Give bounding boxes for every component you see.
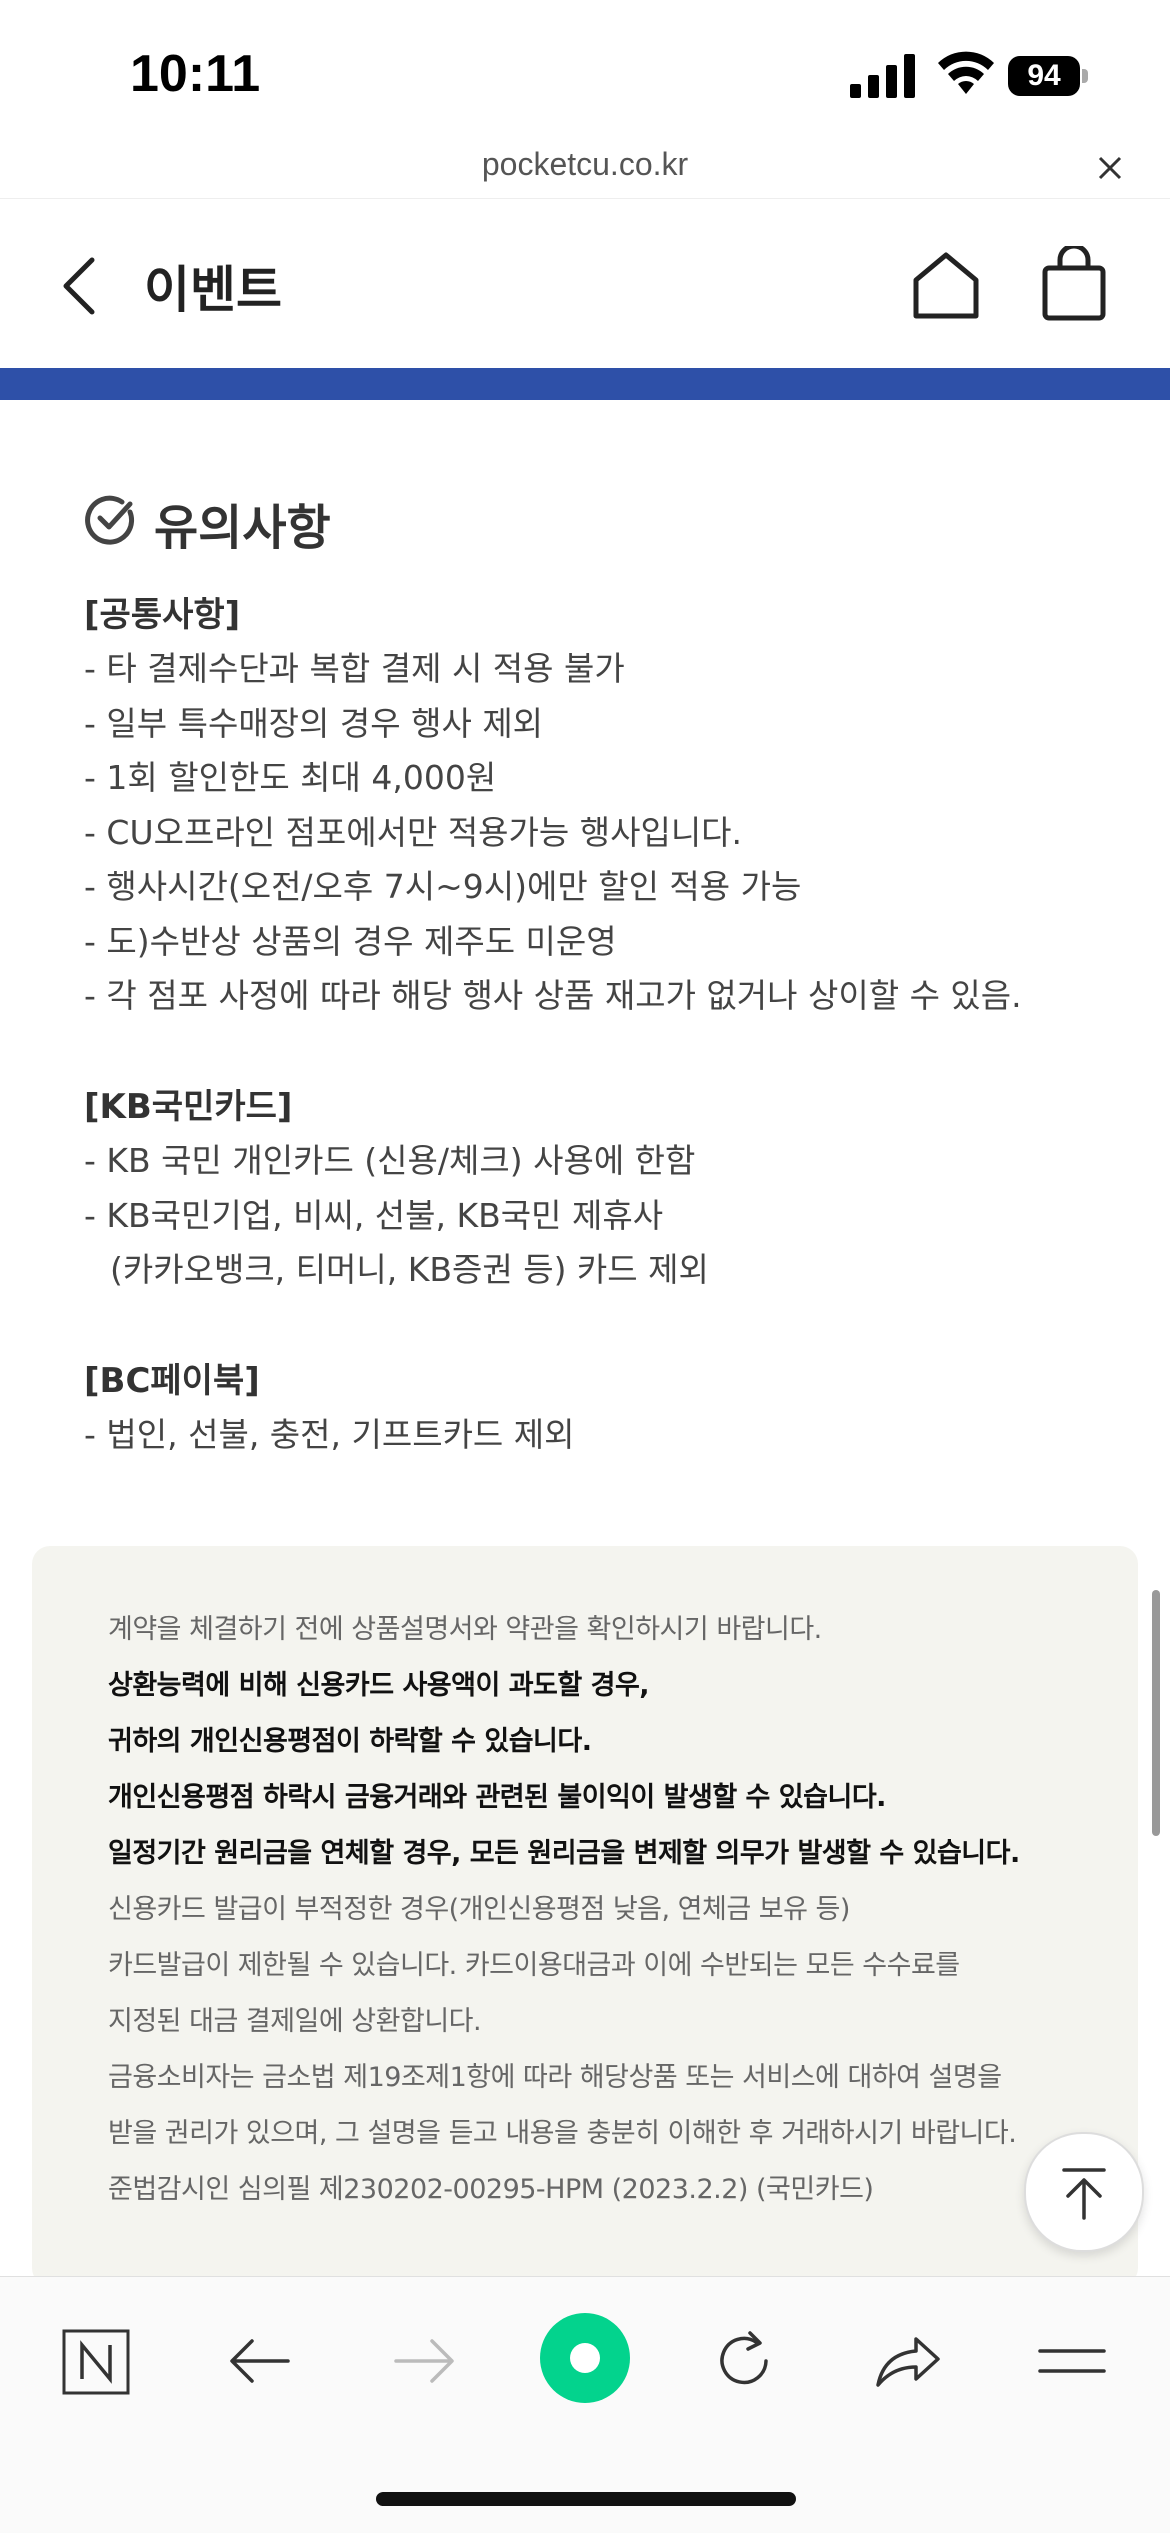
- battery-tip: [1082, 69, 1088, 83]
- naver-home-button[interactable]: [56, 2321, 136, 2401]
- section-title: [KB국민카드]: [84, 1087, 293, 1127]
- list-item: - 법인, 선불, 충전, 기프트카드 제외: [84, 1415, 575, 1454]
- browser-back-button[interactable]: [220, 2321, 300, 2401]
- disclaimer-line: 개인신용평점 하락시 금융거래와 관련된 불이익이 발생할 수 있습니다.: [108, 1782, 886, 1813]
- notice-section-bc: [BC페이북] - 법인, 선불, 충전, 기프트카드 제외: [84, 1354, 1124, 1463]
- disclaimer-line: 금융소비자는 금소법 제19조제1항에 따라 해당상품 또는 서비스에 대하여 …: [108, 2062, 1002, 2093]
- section-title: [BC페이북]: [84, 1361, 260, 1401]
- refresh-icon: [720, 2331, 768, 2385]
- menu-button[interactable]: [1032, 2321, 1112, 2401]
- share-button[interactable]: [868, 2321, 948, 2401]
- section-title: [공통사항]: [84, 595, 241, 635]
- arrow-up-icon: [1062, 2168, 1106, 2220]
- refresh-button[interactable]: [704, 2321, 784, 2401]
- list-item: - 일부 특수매장의 경우 행사 제외: [84, 703, 544, 743]
- list-item: - 타 결제수단과 복합 결제 시 적용 불가: [84, 649, 625, 688]
- scrollbar-thumb[interactable]: [1152, 1590, 1160, 1836]
- list-item: - KB 국민 개인카드 (신용/체크) 사용에 한함: [84, 1141, 696, 1180]
- forward-arrow-icon: [394, 2339, 454, 2383]
- disclaimer-line: 신용카드 발급이 부적정한 경우(개인신용평점 낮음, 연체금 보유 등): [108, 1894, 850, 1925]
- cellular-signal-icon: [850, 54, 915, 98]
- list-item: - CU오프라인 점포에서만 적용가능 행사입니다.: [84, 812, 743, 852]
- back-arrow-icon: [230, 2339, 290, 2383]
- disclaimer-line: 준법감시인 심의필 제230202-00295-HPM (2023.2.2) (…: [108, 2174, 874, 2205]
- list-item: - 각 점포 사정에 따라 해당 행사 상품 재고가 없거나 상이할 수 있음.: [84, 976, 1022, 1015]
- list-item: - 도)수반상 상품의 경우 제주도 미운영: [84, 921, 617, 961]
- page-title: 이벤트: [144, 261, 282, 319]
- url-domain[interactable]: pocketcu.co.kr: [0, 146, 1170, 183]
- check-circle-icon: [85, 495, 135, 545]
- header-accent-band: [0, 368, 1170, 400]
- disclaimer-line: 카드발급이 제한될 수 있습니다. 카드이용대금과 이에 수반되는 모든 수수료…: [108, 1950, 960, 1981]
- list-item: - 행사시간(오전/오후 7시~9시)에만 할인 적용 가능: [84, 867, 802, 906]
- status-time: 10:11: [130, 45, 261, 103]
- disclaimer-line: 일정기간 원리금을 연체할 경우, 모든 원리금을 변제할 의무가 발생할 수 …: [108, 1838, 1020, 1869]
- close-icon[interactable]: [1092, 150, 1128, 186]
- menu-icon: [1038, 2349, 1106, 2373]
- back-chevron-icon[interactable]: [56, 254, 104, 318]
- list-item: - 1회 할인한도 최대 4,000원: [84, 758, 497, 797]
- green-dot-icon: [540, 2313, 630, 2403]
- browser-forward-button[interactable]: [384, 2321, 464, 2401]
- notice-heading-label: 유의사항: [154, 500, 331, 556]
- battery-indicator: 94: [1008, 56, 1088, 96]
- home-indicator[interactable]: [376, 2492, 796, 2506]
- legal-disclaimer-box: 계약을 체결하기 전에 상품설명서와 약관을 확인하시기 바랍니다. 상환능력에…: [32, 1546, 1138, 2286]
- scroll-to-top-button[interactable]: [1024, 2132, 1144, 2252]
- home-icon[interactable]: [910, 250, 982, 320]
- notice-section-kb: [KB국민카드] - KB 국민 개인카드 (신용/체크) 사용에 한함 - K…: [84, 1080, 1124, 1298]
- share-icon: [876, 2337, 940, 2387]
- disclaimer-line: 계약을 체결하기 전에 상품설명서와 약관을 확인하시기 바랍니다.: [108, 1614, 822, 1645]
- naver-n-icon: [62, 2329, 130, 2395]
- disclaimer-line: 지정된 대금 결제일에 상환합니다.: [108, 2006, 482, 2037]
- naver-green-dot-button[interactable]: [538, 2311, 632, 2405]
- status-bar: 10:11 94: [0, 0, 1170, 140]
- disclaimer-line: 귀하의 개인신용평점이 하락할 수 있습니다.: [108, 1726, 592, 1757]
- disclaimer-line: 상환능력에 비해 신용카드 사용액이 과도할 경우,: [108, 1670, 650, 1701]
- list-item: (카카오뱅크, 티머니, KB증권 등) 카드 제외: [110, 1250, 709, 1289]
- list-item: - KB국민기업, 비씨, 선불, KB국민 제휴사: [84, 1195, 664, 1235]
- notice-section-common: [공통사항] - 타 결제수단과 복합 결제 시 적용 불가 - 일부 특수매장…: [84, 588, 1124, 1024]
- app-header: 이벤트: [0, 200, 1170, 368]
- wifi-icon: [938, 51, 994, 94]
- url-bar[interactable]: pocketcu.co.kr: [0, 140, 1170, 199]
- shopping-bag-icon[interactable]: [1040, 246, 1108, 322]
- disclaimer-line: 받을 권리가 있으며, 그 설명을 듣고 내용을 충분히 이해한 후 거래하시기…: [108, 2118, 1017, 2149]
- battery-level: 94: [1008, 56, 1080, 96]
